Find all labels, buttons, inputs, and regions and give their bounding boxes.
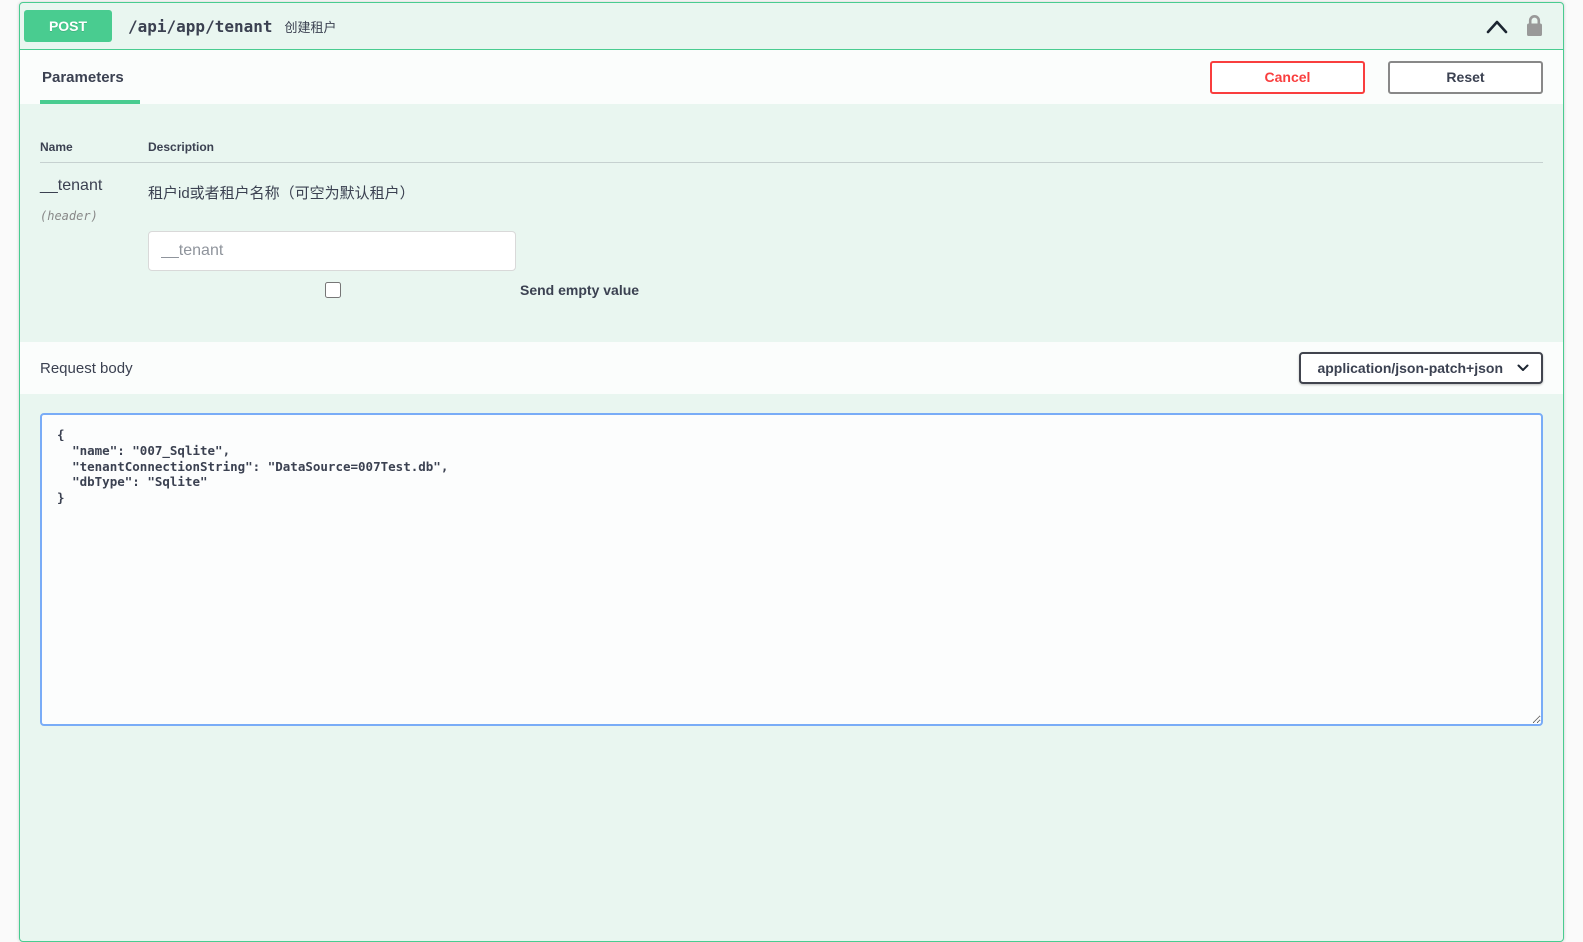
parameter-name: __tenant: [40, 177, 148, 195]
parameters-section-header: Parameters Cancel Reset: [20, 50, 1563, 104]
reset-button[interactable]: Reset: [1388, 61, 1543, 94]
request-body-editor-area: { "name": "007_Sqlite", "tenantConnectio…: [20, 394, 1563, 751]
parameter-location: (header): [40, 209, 148, 223]
column-header-description: Description: [148, 140, 1543, 154]
cancel-button[interactable]: Cancel: [1210, 61, 1365, 94]
unlocked-padlock-icon[interactable]: [1524, 13, 1545, 39]
tab-parameters[interactable]: Parameters: [40, 50, 140, 104]
send-empty-value-row: Send empty value: [148, 282, 1543, 298]
content-type-value: application/json-patch+json: [1317, 360, 1503, 376]
send-empty-value-label: Send empty value: [520, 282, 639, 298]
parameters-table: Name Description __tenant (header) 租户id或…: [20, 104, 1563, 342]
parameters-tab-label: Parameters: [42, 69, 124, 86]
send-empty-value-checkbox[interactable]: [325, 282, 341, 298]
api-endpoint-card: POST /api/app/tenant 创建租户 Parameters Can…: [19, 2, 1564, 942]
content-type-select[interactable]: application/json-patch+json: [1299, 352, 1543, 384]
request-body-section-header: Request body application/json-patch+json: [20, 342, 1563, 394]
http-method-badge: POST: [24, 10, 112, 42]
endpoint-summary[interactable]: POST /api/app/tenant 创建租户: [20, 3, 1563, 50]
parameter-description: 租户id或者租户名称（可空为默认租户）: [148, 177, 1543, 203]
chevron-up-icon[interactable]: [1486, 19, 1508, 34]
parameter-row: __tenant (header) 租户id或者租户名称（可空为默认租户） Se…: [40, 163, 1543, 298]
tenant-parameter-input[interactable]: [148, 231, 516, 271]
endpoint-path: /api/app/tenant: [128, 17, 273, 36]
parameters-table-header: Name Description: [40, 140, 1543, 163]
endpoint-description: 创建租户: [285, 17, 337, 36]
column-header-name: Name: [40, 140, 148, 154]
request-body-title: Request body: [40, 360, 133, 377]
request-body-textarea[interactable]: { "name": "007_Sqlite", "tenantConnectio…: [40, 413, 1543, 726]
chevron-down-icon: [1517, 364, 1529, 372]
